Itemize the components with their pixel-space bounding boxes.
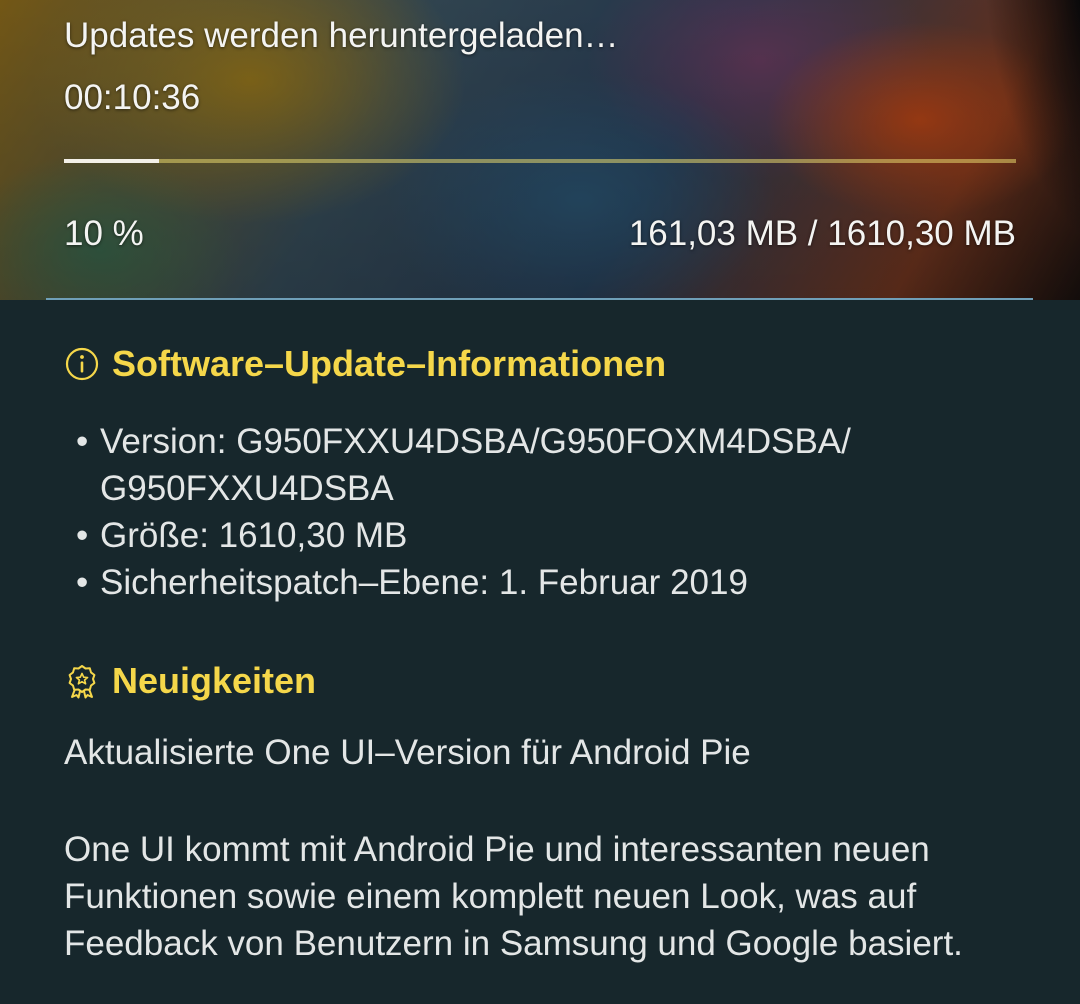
progress-percent: 10 % bbox=[64, 214, 144, 253]
patch-text: Sicherheitspatch–Ebene: 1. Februar 2019 bbox=[100, 563, 748, 602]
award-badge-icon bbox=[64, 663, 100, 699]
download-progress-fill bbox=[64, 159, 160, 163]
download-status-panel: Updates werden heruntergeladen… 00:10:36… bbox=[64, 0, 1016, 300]
update-info-list: • Version: G950FXXU4DSBA/G950FOXM4DSBA/ … bbox=[76, 418, 1036, 606]
version-text: Version: G950FXXU4DSBA/G950FOXM4DSBA/ G9… bbox=[100, 422, 851, 508]
size-text: Größe: 1610,30 MB bbox=[100, 516, 408, 555]
news-section-heading: Neuigkeiten bbox=[64, 660, 316, 702]
bullet: • bbox=[76, 563, 89, 602]
info-section-heading: Software–Update–Informationen bbox=[64, 343, 666, 385]
download-title: Updates werden heruntergeladen… bbox=[64, 16, 619, 55]
news-subtitle: Aktualisierte One UI–Version für Android… bbox=[64, 733, 751, 772]
list-item-patch: • Sicherheitspatch–Ebene: 1. Februar 201… bbox=[76, 559, 1036, 606]
download-size: 161,03 MB / 1610,30 MB bbox=[628, 214, 1016, 253]
download-header-wallpaper: Updates werden heruntergeladen… 00:10:36… bbox=[0, 0, 1080, 300]
divider bbox=[46, 298, 1033, 300]
info-heading-label: Software–Update–Informationen bbox=[112, 343, 667, 384]
list-item-version: • Version: G950FXXU4DSBA/G950FOXM4DSBA/ … bbox=[76, 418, 1036, 512]
elapsed-timer: 00:10:36 bbox=[64, 78, 201, 117]
list-item-size: • Größe: 1610,30 MB bbox=[76, 512, 1036, 559]
bullet: • bbox=[76, 422, 89, 461]
info-circle-icon bbox=[64, 346, 100, 382]
news-heading-label: Neuigkeiten bbox=[112, 660, 317, 701]
news-body: One UI kommt mit Android Pie und interes… bbox=[64, 830, 963, 963]
bullet: • bbox=[76, 516, 89, 555]
download-progress-bar bbox=[64, 159, 1016, 163]
